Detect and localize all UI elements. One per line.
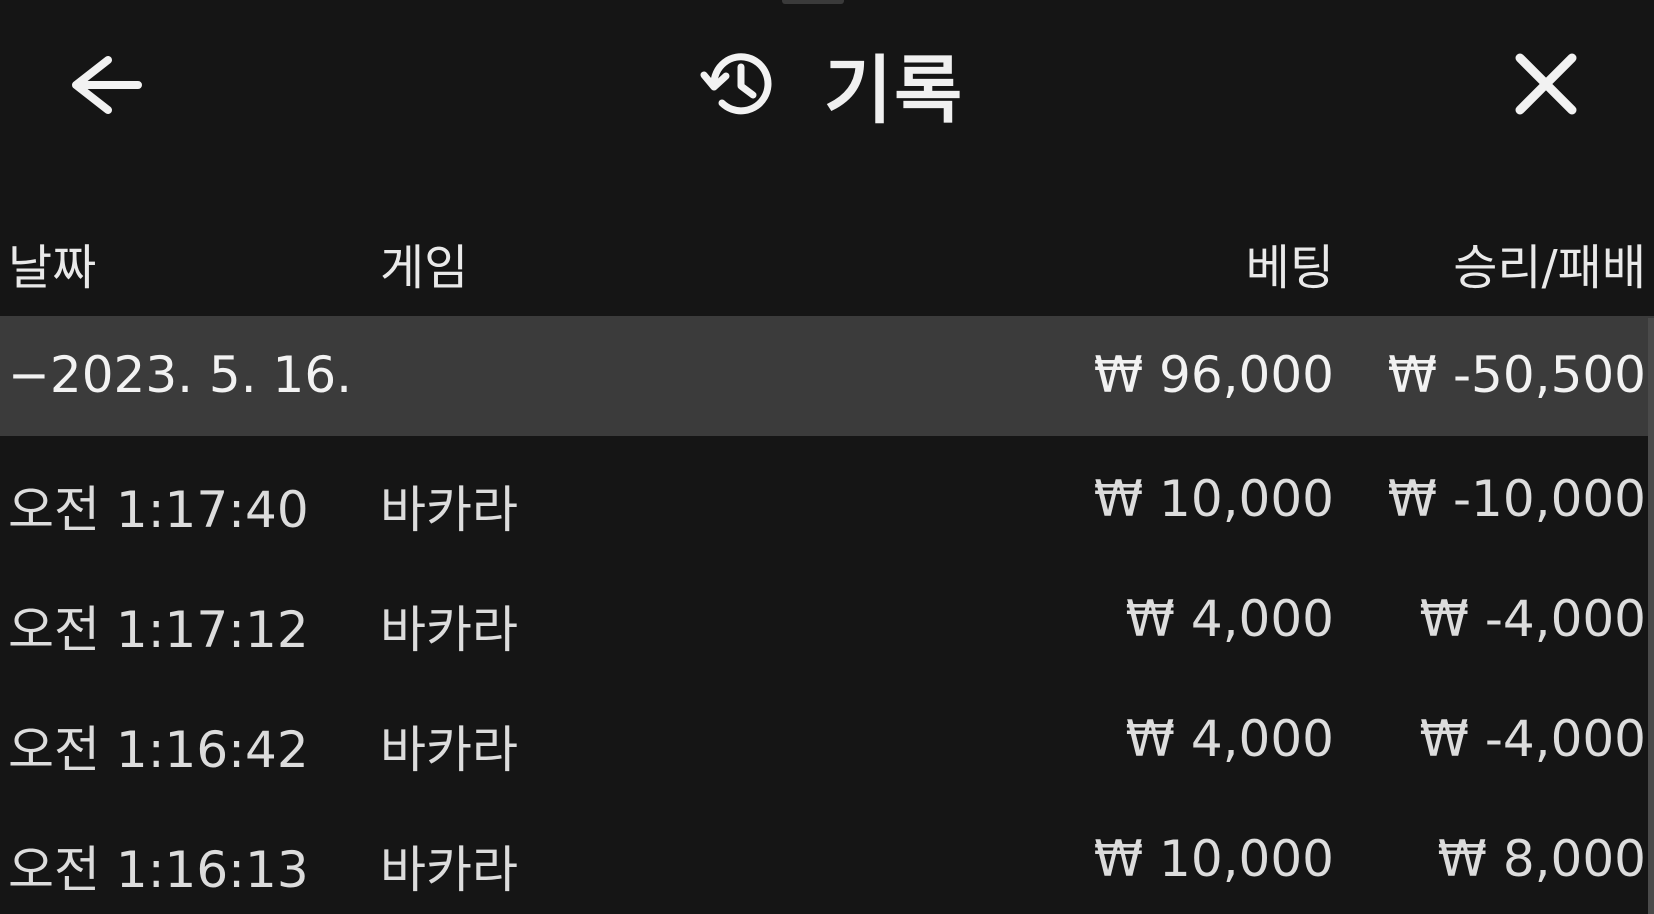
table-row[interactable]: 오전 1:17:12 바카라 ₩ 4,000 ₩ -4,000: [0, 556, 1654, 676]
header: 기록: [0, 0, 1654, 170]
date-group-row[interactable]: −2023. 5. 16. ₩ 96,000 ₩ -50,500: [0, 316, 1654, 436]
back-button[interactable]: [68, 50, 144, 120]
row-game: 바카라: [380, 481, 518, 539]
group-date: −2023. 5. 16.: [8, 346, 353, 404]
row-bet: ₩ 4,000: [1125, 590, 1334, 648]
row-time: 오전 1:16:42: [8, 721, 309, 779]
column-header-date: 날짜: [8, 240, 97, 296]
column-header-game: 게임: [380, 240, 469, 296]
row-result: ₩ -4,000: [1419, 590, 1646, 648]
row-bet: ₩ 10,000: [1093, 830, 1334, 888]
scrollbar[interactable]: [1648, 318, 1654, 914]
table-row[interactable]: 오전 1:16:42 바카라 ₩ 4,000 ₩ -4,000: [0, 676, 1654, 796]
row-result: ₩ 8,000: [1437, 830, 1646, 888]
arrow-left-icon: [72, 56, 142, 114]
row-time: 오전 1:17:12: [8, 601, 309, 659]
group-bet-total: ₩ 96,000: [1093, 346, 1334, 404]
row-result: ₩ -10,000: [1387, 470, 1646, 528]
history-screen: 기록 날짜 게임 베팅 승리/패배 −2023. 5. 16. ₩ 96,000…: [0, 0, 1654, 914]
table-row[interactable]: 오전 1:16:13 바카라 ₩ 10,000 ₩ 8,000: [0, 796, 1654, 914]
column-header-bet: 베팅: [1245, 240, 1334, 296]
row-time: 오전 1:16:13: [8, 841, 309, 899]
row-game: 바카라: [380, 601, 518, 659]
title-group: 기록: [700, 36, 964, 134]
history-icon: [700, 53, 772, 115]
row-game: 바카라: [380, 721, 518, 779]
close-icon: [1515, 53, 1577, 115]
row-time: 오전 1:17:40: [8, 481, 309, 539]
group-result-total: ₩ -50,500: [1387, 346, 1646, 404]
row-bet: ₩ 10,000: [1093, 470, 1334, 528]
row-game: 바카라: [380, 841, 518, 899]
table-row[interactable]: 오전 1:17:40 바카라 ₩ 10,000 ₩ -10,000: [0, 436, 1654, 556]
row-bet: ₩ 4,000: [1125, 710, 1334, 768]
row-result: ₩ -4,000: [1419, 710, 1646, 768]
close-button[interactable]: [1510, 48, 1582, 120]
table-header: 날짜 게임 베팅 승리/패배: [0, 210, 1654, 316]
page-title: 기록: [824, 47, 965, 134]
history-table: 날짜 게임 베팅 승리/패배 −2023. 5. 16. ₩ 96,000 ₩ …: [0, 210, 1654, 914]
column-header-result: 승리/패배: [1453, 240, 1646, 296]
